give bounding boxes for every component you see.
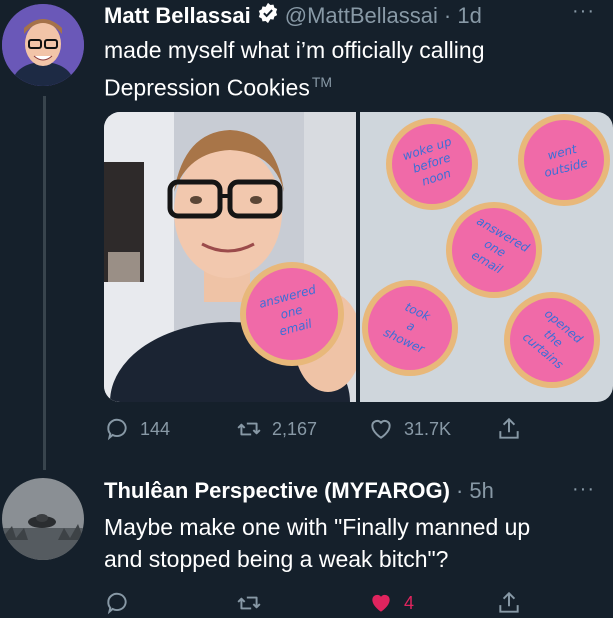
reply-time[interactable]: · 5h [456,478,494,504]
reply-more-options-icon[interactable]: ··· [572,478,595,501]
reply-action[interactable]: 144 [104,416,170,442]
photo-man-holding-cookie[interactable]: answered one email [104,112,356,402]
reply-header: Thulêan Perspective (MYFAROG) · 5h [104,478,494,504]
tweet-header: Matt Bellassai @MattBellassai · 1d [104,2,482,29]
cookie-went-outside: went outside [518,114,610,206]
tweet-text-line2: Depression Cookies TM [104,66,485,104]
avatar-portrait [2,4,84,86]
heart-filled-icon [372,594,390,612]
tweet-media[interactable]: answered one email woke up before noon w… [104,112,613,402]
reply-text: Maybe make one with "Finally manned up a… [104,511,530,575]
tweet-time[interactable]: · 1d [444,3,482,29]
more-options-icon[interactable]: ··· [572,0,595,23]
cookie-woke-up: woke up before noon [386,118,478,210]
cookie-answered-email: answered one email [446,202,542,298]
reply-retweet-action[interactable] [236,590,262,616]
tweet-text-line1: made myself what i’m officially calling [104,37,485,63]
like-action[interactable]: 31.7K [368,416,451,442]
like-count: 31.7K [404,418,452,439]
tweet-text-line2-main: Depression Cookies [104,74,310,101]
reply-icon [107,592,127,615]
reply-like-action[interactable]: 4 [368,590,414,616]
reply-text-line2: and stopped being a weak bitch"? [104,546,449,572]
reply-share-action[interactable] [496,590,522,616]
retweet-icon [237,422,261,436]
reply-text-line1: Maybe make one with "Finally manned up [104,514,531,540]
reply-reply-action[interactable] [104,590,130,616]
share-icon [499,417,519,439]
thread-connector [43,96,46,470]
reply-icon [107,418,127,441]
retweet-action[interactable]: 2,167 [236,416,317,442]
verified-badge-icon [257,2,279,29]
heart-icon [371,419,391,439]
held-cookie: answered one email [240,262,344,366]
reply-count: 144 [140,418,171,439]
author-name[interactable]: Matt Bellassai [104,3,251,29]
reply-author-avatar[interactable] [2,478,84,560]
reply-like-count: 4 [404,592,415,613]
retweet-count: 2,167 [272,418,318,439]
reply-avatar-image [2,478,84,560]
trademark-mark: TM [311,74,333,90]
retweet-icon [237,596,261,610]
cookie-opened-curtains: opened the curtains [504,292,600,388]
share-icon [499,591,519,613]
share-action[interactable] [496,416,522,442]
tweet-text: made myself what i’m officially calling … [104,34,485,104]
cookie-took-shower: took a shower [362,280,458,376]
photo-cookies-grid[interactable]: woke up before noon went outside answere… [360,112,613,402]
author-avatar[interactable] [2,4,84,86]
reply-author-name[interactable]: Thulêan Perspective (MYFAROG) [104,478,450,504]
author-handle[interactable]: @MattBellassai [285,3,438,29]
